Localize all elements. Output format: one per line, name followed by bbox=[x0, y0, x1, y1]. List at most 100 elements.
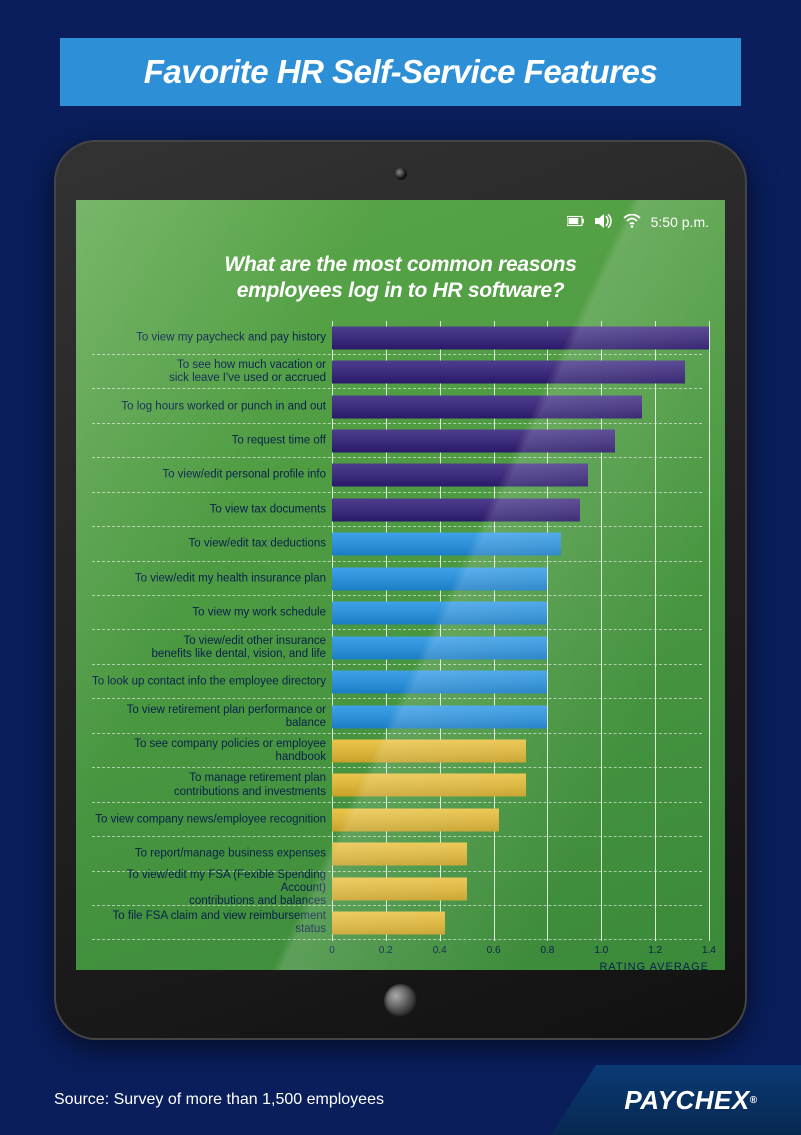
chart-area: To view my paycheck and pay history To se… bbox=[92, 321, 709, 941]
chart-bar-row bbox=[332, 630, 709, 664]
bar-label: To view/edit my health insurance plan bbox=[135, 572, 326, 585]
chart-bar bbox=[332, 739, 526, 762]
bar-label: To view tax documents bbox=[210, 503, 326, 516]
chart-labels-column: To view my paycheck and pay history To se… bbox=[92, 321, 332, 941]
chart-bar bbox=[332, 464, 588, 487]
chart-bar bbox=[332, 877, 467, 900]
bar-label: To view company news/employee recognitio… bbox=[95, 813, 326, 826]
chart-row: To log hours worked or punch in and out bbox=[92, 389, 332, 423]
chart-row: To view/edit my FSA (Fexible Spending Ac… bbox=[92, 872, 332, 906]
chart-bar bbox=[332, 361, 685, 384]
chart-row: To view my work schedule bbox=[92, 596, 332, 630]
chart-bar-row bbox=[332, 699, 709, 733]
x-axis-label: RATING AVERAGE bbox=[599, 961, 709, 973]
battery-icon bbox=[567, 214, 585, 231]
chart-row: To view my paycheck and pay history bbox=[92, 321, 332, 355]
chart-row: To view/edit tax deductions bbox=[92, 527, 332, 561]
tick-label: 1.2 bbox=[648, 945, 662, 956]
bar-label: To look up contact info the employee dir… bbox=[92, 675, 326, 688]
chart-bar bbox=[332, 602, 547, 625]
chart-bar bbox=[332, 533, 561, 556]
chart-bar bbox=[332, 671, 547, 694]
chart-bar-row bbox=[332, 321, 709, 355]
bar-label: To view/edit tax deductions bbox=[189, 538, 326, 551]
clock-time: 5:50 p.m. bbox=[651, 214, 709, 230]
chart-bar-row bbox=[332, 803, 709, 837]
tick-label: 0.4 bbox=[433, 945, 447, 956]
bar-label: To view/edit personal profile info bbox=[162, 469, 326, 482]
chart-bar bbox=[332, 567, 547, 590]
status-bar: 5:50 p.m. bbox=[92, 210, 709, 234]
chart-bar bbox=[332, 430, 615, 453]
chart-bar-row bbox=[332, 768, 709, 802]
chart-bars-column: RATING AVERAGE 00.20.40.60.81.01.21.4 bbox=[332, 321, 709, 941]
tick-label: 1.4 bbox=[702, 945, 716, 956]
chart-bar-row bbox=[332, 458, 709, 492]
logo-text: PAYCHEX bbox=[624, 1085, 749, 1116]
tablet-frame: 5:50 p.m. What are the most common reaso… bbox=[54, 140, 747, 1040]
chart-question: What are the most common reasons employe… bbox=[92, 252, 709, 305]
chart-row: To view tax documents bbox=[92, 493, 332, 527]
tick-label: 0 bbox=[329, 945, 335, 956]
tick-label: 0.2 bbox=[379, 945, 393, 956]
bar-label: To report/manage business expenses bbox=[135, 848, 326, 861]
chart-row: To look up contact info the employee dir… bbox=[92, 665, 332, 699]
chart-bar bbox=[332, 774, 526, 797]
bar-label: To view retirement plan performance or b… bbox=[92, 703, 326, 729]
question-line2: employees log in to HR software? bbox=[237, 279, 565, 302]
chart-bar bbox=[332, 636, 547, 659]
bar-label: To see company policies or employee hand… bbox=[92, 738, 326, 764]
chart-bar bbox=[332, 808, 499, 831]
chart-bar-row bbox=[332, 493, 709, 527]
chart-bar-row bbox=[332, 596, 709, 630]
chart-row: To request time off bbox=[92, 424, 332, 458]
chart-bar-row bbox=[332, 355, 709, 389]
chart-bar-row bbox=[332, 665, 709, 699]
chart-bar-row bbox=[332, 562, 709, 596]
chart-bar-row bbox=[332, 389, 709, 423]
chart-bar-row bbox=[332, 424, 709, 458]
question-line1: What are the most common reasons bbox=[224, 253, 576, 276]
chart-row: To report/manage business expenses bbox=[92, 837, 332, 871]
chart-bar bbox=[332, 705, 547, 728]
bar-label: To view my work schedule bbox=[192, 607, 326, 620]
chart-row: To file FSA claim and view reimbursement… bbox=[92, 906, 332, 940]
tick-label: 1.0 bbox=[594, 945, 608, 956]
chart-row: To view/edit my health insurance plan bbox=[92, 562, 332, 596]
volume-icon bbox=[595, 214, 613, 231]
chart-bar bbox=[332, 843, 467, 866]
chart-row: To view/edit personal profile info bbox=[92, 458, 332, 492]
wifi-icon bbox=[623, 214, 641, 231]
paychex-logo: PAYCHEX® bbox=[551, 1065, 801, 1135]
chart-bar-row bbox=[332, 872, 709, 906]
chart-bar-row bbox=[332, 906, 709, 940]
grid-line bbox=[709, 321, 710, 941]
chart-row: To see how much vacation orsick leave I'… bbox=[92, 355, 332, 389]
page-title: Favorite HR Self-Service Features bbox=[144, 53, 658, 91]
title-banner: Favorite HR Self-Service Features bbox=[60, 38, 741, 106]
chart-bar bbox=[332, 912, 445, 935]
bar-label: To file FSA claim and view reimbursement… bbox=[92, 910, 326, 936]
bar-label: To view/edit other insurancebenefits lik… bbox=[151, 634, 326, 660]
chart-row: To view company news/employee recognitio… bbox=[92, 803, 332, 837]
chart-row: To manage retirement plancontributions a… bbox=[92, 768, 332, 802]
chart-row: To view retirement plan performance or b… bbox=[92, 699, 332, 733]
chart-bar bbox=[332, 498, 580, 521]
bar-label: To see how much vacation orsick leave I'… bbox=[169, 359, 326, 385]
bar-label: To view/edit my FSA (Fexible Spending Ac… bbox=[92, 869, 326, 909]
tick-label: 0.6 bbox=[487, 945, 501, 956]
bar-label: To manage retirement plancontributions a… bbox=[174, 772, 326, 798]
tick-label: 0.8 bbox=[540, 945, 554, 956]
tablet-screen: 5:50 p.m. What are the most common reaso… bbox=[76, 200, 725, 970]
chart-bar-row bbox=[332, 734, 709, 768]
chart-row: To see company policies or employee hand… bbox=[92, 734, 332, 768]
bar-label: To request time off bbox=[232, 434, 326, 447]
chart-bar bbox=[332, 395, 642, 418]
bar-label: To log hours worked or punch in and out bbox=[121, 400, 326, 413]
chart-bar-row bbox=[332, 837, 709, 871]
chart-bar-row bbox=[332, 527, 709, 561]
registered-mark: ® bbox=[750, 1095, 758, 1106]
chart-row: To view/edit other insurancebenefits lik… bbox=[92, 630, 332, 664]
bar-label: To view my paycheck and pay history bbox=[136, 331, 326, 344]
chart-bar bbox=[332, 326, 709, 349]
